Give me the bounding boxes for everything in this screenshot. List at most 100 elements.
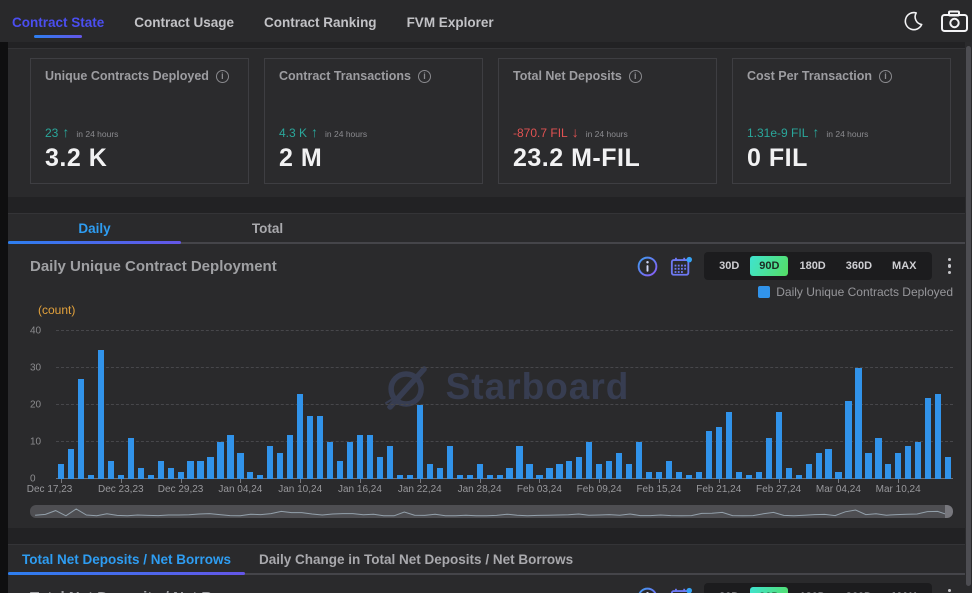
dark-mode-moon-icon[interactable]: [902, 10, 924, 32]
range-button-90d[interactable]: 90D: [750, 587, 788, 593]
bar[interactable]: [277, 453, 283, 479]
bar[interactable]: [387, 446, 393, 479]
bar[interactable]: [297, 394, 303, 479]
bar[interactable]: [247, 472, 253, 479]
bar[interactable]: [327, 442, 333, 479]
bar[interactable]: [825, 449, 831, 479]
bar[interactable]: [168, 468, 174, 479]
bar[interactable]: [58, 464, 64, 479]
nav-item-contract-ranking[interactable]: Contract Ranking: [262, 3, 379, 39]
bar[interactable]: [875, 438, 881, 479]
bar[interactable]: [776, 412, 782, 479]
kebab-menu-icon[interactable]: [944, 587, 956, 593]
bar[interactable]: [377, 457, 383, 479]
bar[interactable]: [666, 461, 672, 480]
bar[interactable]: [417, 405, 423, 479]
range-button-30d[interactable]: 30D: [710, 256, 748, 276]
bar[interactable]: [197, 461, 203, 480]
bar[interactable]: [726, 412, 732, 479]
bar[interactable]: [865, 453, 871, 479]
bar[interactable]: [646, 472, 652, 479]
bar[interactable]: [138, 468, 144, 479]
page-scrollbar[interactable]: [965, 42, 972, 593]
info-icon[interactable]: i: [879, 70, 892, 83]
screenshot-camera-icon[interactable]: [940, 9, 968, 33]
bar-chart[interactable]: Starboard 010203040: [30, 331, 953, 479]
bar[interactable]: [217, 442, 223, 479]
bar[interactable]: [616, 453, 622, 479]
bar[interactable]: [207, 457, 213, 479]
bar[interactable]: [307, 416, 313, 479]
bar[interactable]: [905, 446, 911, 479]
tab-total-net-deposits-net-borrows[interactable]: Total Net Deposits / Net Borrows: [8, 545, 245, 573]
bar[interactable]: [915, 442, 921, 479]
bar[interactable]: [227, 435, 233, 479]
info-icon[interactable]: i: [629, 70, 642, 83]
bar[interactable]: [716, 427, 722, 479]
bar[interactable]: [885, 464, 891, 479]
bar[interactable]: [566, 461, 572, 480]
bar[interactable]: [437, 468, 443, 479]
bar[interactable]: [736, 472, 742, 479]
bar[interactable]: [806, 464, 812, 479]
bar[interactable]: [696, 472, 702, 479]
bar[interactable]: [845, 401, 851, 479]
kebab-menu-icon[interactable]: [944, 256, 956, 277]
range-button-180d[interactable]: 180D: [790, 256, 834, 276]
bar[interactable]: [317, 416, 323, 479]
bar[interactable]: [78, 379, 84, 479]
bar[interactable]: [158, 461, 164, 480]
bar[interactable]: [606, 461, 612, 480]
bar[interactable]: [357, 435, 363, 479]
bar[interactable]: [556, 464, 562, 479]
bar[interactable]: [786, 468, 792, 479]
info-icon[interactable]: [637, 256, 658, 277]
bar[interactable]: [935, 394, 941, 479]
bar[interactable]: [178, 472, 184, 479]
bar[interactable]: [526, 464, 532, 479]
bar[interactable]: [187, 461, 193, 480]
tab-daily[interactable]: Daily: [8, 214, 181, 242]
bar[interactable]: [706, 431, 712, 479]
bar[interactable]: [287, 435, 293, 479]
tab-daily-change-in-total-net-deposits-net-b[interactable]: Daily Change in Total Net Deposits / Net…: [245, 545, 587, 573]
bar[interactable]: [516, 446, 522, 479]
datazoom-slider[interactable]: [30, 505, 953, 518]
nav-item-fvm-explorer[interactable]: FVM Explorer: [405, 3, 496, 39]
range-button-360d[interactable]: 360D: [837, 587, 881, 593]
bar[interactable]: [895, 453, 901, 479]
bar[interactable]: [267, 446, 273, 479]
bar[interactable]: [447, 446, 453, 479]
bar[interactable]: [347, 442, 353, 479]
bar[interactable]: [128, 438, 134, 479]
bar[interactable]: [108, 461, 114, 480]
bar[interactable]: [626, 464, 632, 479]
range-button-max[interactable]: MAX: [883, 587, 925, 593]
bar[interactable]: [506, 468, 512, 479]
info-icon[interactable]: [637, 587, 658, 593]
nav-item-contract-state[interactable]: Contract State: [10, 3, 106, 39]
range-button-max[interactable]: MAX: [883, 256, 925, 276]
range-button-180d[interactable]: 180D: [790, 587, 834, 593]
range-button-360d[interactable]: 360D: [837, 256, 881, 276]
bar[interactable]: [766, 438, 772, 479]
bar[interactable]: [546, 468, 552, 479]
range-button-90d[interactable]: 90D: [750, 256, 788, 276]
bar[interactable]: [756, 472, 762, 479]
bar[interactable]: [477, 464, 483, 479]
bar[interactable]: [337, 461, 343, 480]
range-button-30d[interactable]: 30D: [710, 587, 748, 593]
bar[interactable]: [835, 472, 841, 479]
tab-total[interactable]: Total: [181, 214, 354, 242]
bar[interactable]: [576, 457, 582, 479]
scrollbar-thumb[interactable]: [966, 46, 971, 586]
info-icon[interactable]: i: [418, 70, 431, 83]
bar[interactable]: [98, 350, 104, 480]
bar[interactable]: [676, 472, 682, 479]
bar[interactable]: [237, 453, 243, 479]
calendar-icon[interactable]: [670, 256, 692, 277]
bar[interactable]: [586, 442, 592, 479]
bar[interactable]: [636, 442, 642, 479]
bar[interactable]: [596, 464, 602, 479]
bar[interactable]: [68, 449, 74, 479]
